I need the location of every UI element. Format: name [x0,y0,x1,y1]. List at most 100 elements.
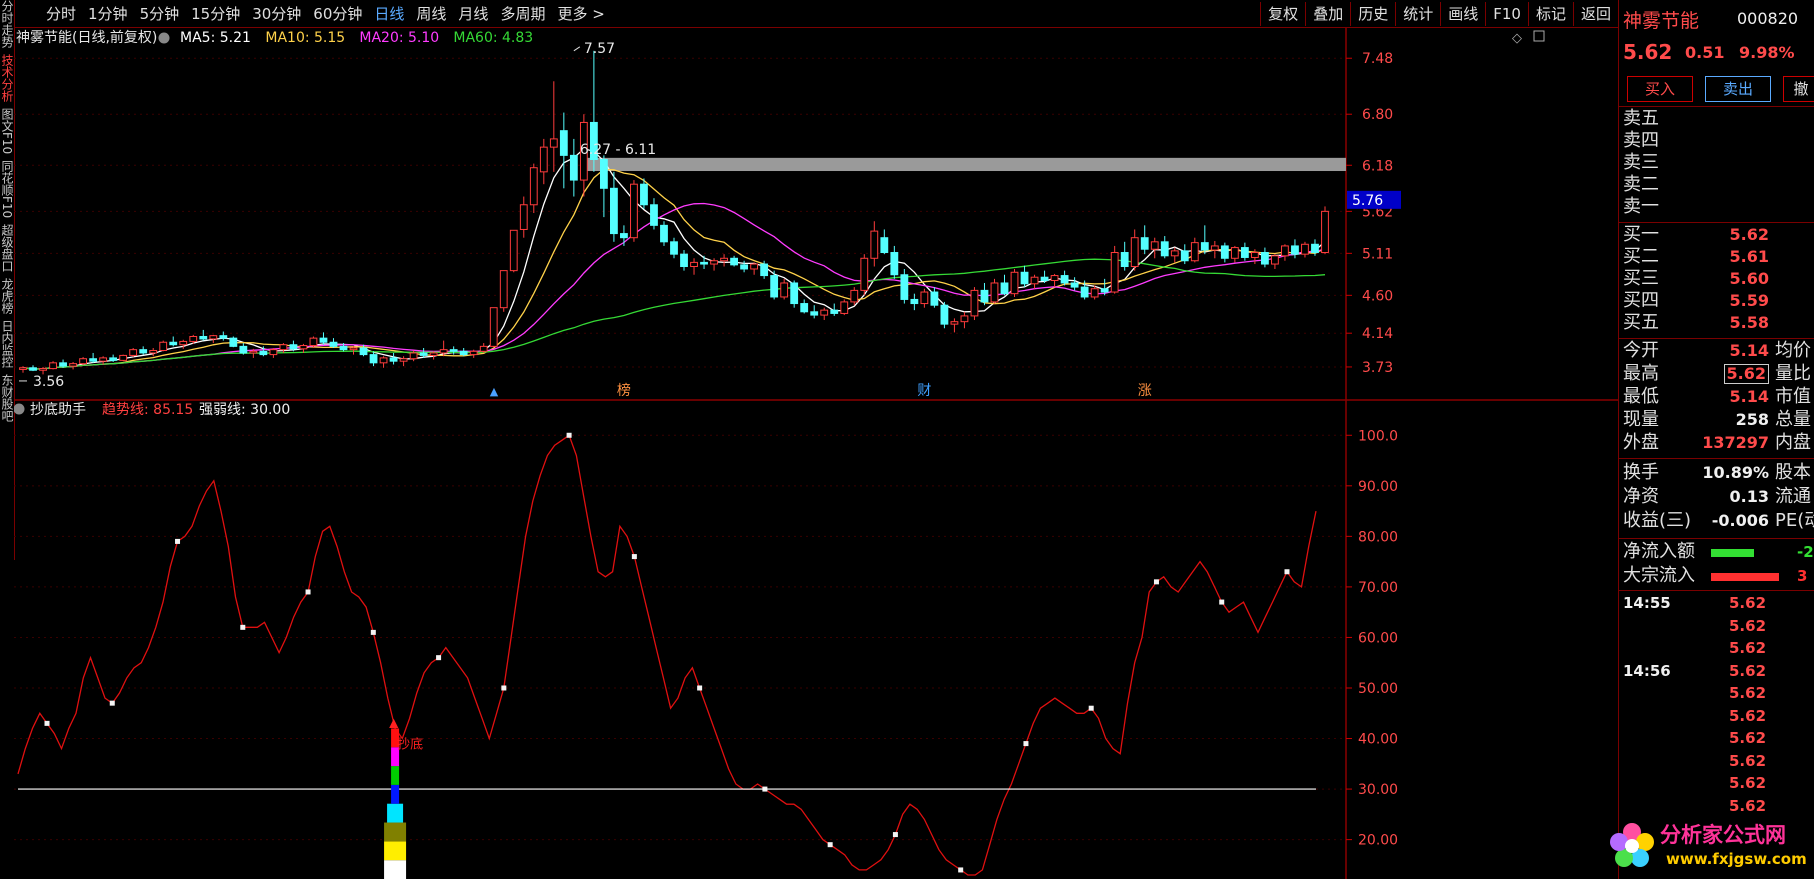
side-tab[interactable]: 超级盘口 [0,224,14,272]
candle [1160,236,1169,259]
trend-point [175,538,181,544]
candle [329,338,338,349]
candle [1070,277,1079,291]
event-marker[interactable]: 财 [917,383,931,399]
tool-button[interactable]: F10 [1485,2,1528,26]
maximize-icon[interactable] [1533,30,1545,42]
period-tab[interactable]: 30分钟 [246,3,307,25]
period-tab[interactable]: 15分钟 [185,3,246,25]
candle [1020,265,1029,288]
side-tab[interactable]: 龙虎榜 [0,278,14,314]
tool-button[interactable]: 复权 [1260,2,1305,26]
moving-average-lines [22,148,1326,370]
candle [489,307,498,348]
candle [630,180,638,242]
ma5-line [22,148,1326,370]
candle [810,305,819,319]
candle [499,270,508,312]
signal-segment [391,784,400,804]
kline-chart[interactable]: 7.57 6.27 - 6.11 3.56 榜 财 涨 ▲ ▲ 抄底 7.48 6.80 6.18… [14,28,1618,879]
side-tab[interactable]: 图文F10 [0,108,14,154]
period-tab[interactable]: 1分钟 [82,3,134,25]
tick-price: 5.62 [1729,751,1767,770]
candles [19,50,1329,375]
candle [199,329,208,341]
candle [620,225,628,246]
candle [69,362,77,370]
period-tab[interactable]: 日线 [368,3,410,25]
ma-labels: MA5: 5.21 MA10: 5.15 MA20: 5.10 MA60: 4.83 [180,30,533,46]
candle [1150,237,1159,259]
tool-button[interactable]: 画线 [1440,2,1485,26]
side-tab[interactable]: 分时走势 [0,0,14,48]
tool-button[interactable]: 返回 [1572,2,1618,26]
indicator-tick-label: 100.0 [1358,428,1398,444]
buy-level-row: 买三 5.60 [1623,268,1813,290]
candle [1271,254,1279,269]
candle [559,112,568,189]
tick-row: 5.62 [1623,637,1813,659]
candle [610,171,618,242]
period-tab[interactable]: 月线 [452,3,494,25]
sell-level-row: 卖二 [1623,174,1813,196]
flow-label: 净流入额 [1623,541,1695,562]
candle [469,349,478,358]
logo-url: www.fxjgsw.com [1666,850,1807,868]
tick-row: 5.62 [1623,750,1813,772]
candle [1321,206,1329,255]
event-marker[interactable]: 榜 [617,382,631,399]
candle [820,307,829,321]
candle [690,258,698,275]
buy-level-price: 5.60 [1729,269,1769,288]
buy-level-price: 5.62 [1729,225,1769,244]
candle [870,221,879,267]
tool-button[interactable]: 统计 [1395,2,1440,26]
trend-point [697,685,703,691]
flow-bar [1711,549,1754,557]
candle [700,255,708,269]
trend-point [44,720,50,726]
period-tab[interactable]: 60分钟 [307,3,368,25]
buy-button[interactable]: 买入 [1627,76,1693,102]
sell-level-row: 卖五 [1623,108,1813,130]
cancel-order-button[interactable]: 撤 [1783,76,1814,102]
indicator-toggle-icon[interactable] [14,403,25,415]
period-tab[interactable]: 周线 [410,3,452,25]
side-tab[interactable]: 东财股吧 [0,374,14,422]
candle [389,352,398,365]
candle [780,278,789,300]
candle [139,346,148,355]
signal-segment [391,766,400,785]
candle [119,354,128,362]
ma-toggle-icon[interactable] [158,32,170,44]
tick-price: 5.62 [1729,729,1767,747]
candle [920,288,929,308]
stock-name: 神雾节能 [1623,10,1700,32]
side-tab[interactable]: 日内监控 [0,320,14,368]
sell-button[interactable]: 卖出 [1705,76,1771,102]
period-tab[interactable]: 5分钟 [134,3,186,25]
period-tab[interactable]: 多周期 [494,3,551,25]
tick-price: 5.62 [1729,639,1767,657]
side-tab[interactable]: 同花顺F10 [0,160,14,218]
period-tab[interactable]: 分时 [40,3,82,25]
tool-button[interactable]: 叠加 [1305,2,1350,26]
tool-button[interactable]: 标记 [1527,2,1573,26]
flower-logo-icon [1610,823,1654,867]
event-marker[interactable]: 涨 [1138,383,1152,399]
diamond-icon[interactable]: ◇ [1512,31,1522,46]
indicator-trend-label: 趋势线: 85.15 [102,402,193,418]
candle [1060,270,1069,286]
tick-price: 5.62 [1729,684,1767,702]
chart-title: 神雾节能(日线,前复权) [16,29,157,46]
buy-level-price: 5.61 [1729,247,1769,266]
stat-label: 现量 [1623,409,1659,430]
stat-label-secondary: 均价 [1775,340,1811,361]
tool-button[interactable]: 历史 [1350,2,1395,26]
buy-level-label: 买一 [1623,224,1659,245]
candle [159,340,168,352]
tick-price: 5.62 [1729,616,1767,635]
side-tab[interactable]: 技术分析 [0,54,14,102]
candle [79,357,88,366]
period-tab[interactable]: 更多 > [551,3,610,25]
